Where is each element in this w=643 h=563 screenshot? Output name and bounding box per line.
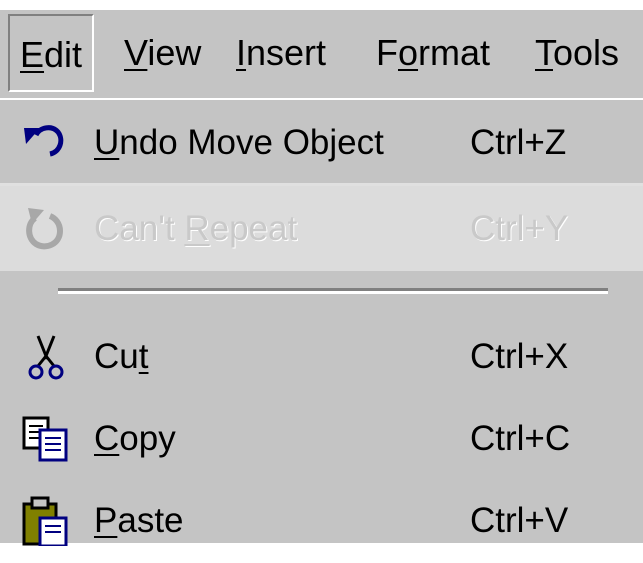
menu-insert-label-rest: nsert (246, 32, 327, 73)
undo-label: Undo Move Object (94, 100, 384, 185)
menu-insert-mnemonic: I (236, 32, 247, 73)
copy-label: Copy (94, 396, 176, 481)
menu-item-cut[interactable]: Cut Ctrl+X (0, 314, 643, 399)
menu-tools-mnemonic: T (535, 32, 553, 73)
repeat-icon (20, 204, 70, 254)
cut-label: Cut (94, 314, 148, 399)
paste-label: Paste (94, 478, 184, 563)
menu-format[interactable]: Format (376, 14, 490, 92)
menu-item-paste[interactable]: Paste Ctrl+V (0, 478, 643, 563)
menu-separator (58, 288, 608, 294)
cut-label-pre: Cu (94, 337, 139, 376)
menu-edit-mnemonic: E (20, 34, 45, 75)
menu-tools-label-rest: ools (553, 32, 620, 73)
menu-edit[interactable]: Edit (8, 14, 95, 92)
copy-shortcut: Ctrl+C (470, 419, 571, 458)
paste-label-rest: aste (117, 501, 184, 540)
menu-bar-top-edge (0, 0, 643, 10)
repeat-label: Can't Repeat (94, 186, 297, 271)
menu-edit-label-rest: dit (44, 34, 83, 75)
menu-bar: Edit View Insert Format Tools (0, 0, 643, 100)
cut-shortcut: Ctrl+X (470, 337, 569, 376)
menu-item-undo[interactable]: Undo Move Object Ctrl+Z (0, 100, 643, 185)
undo-icon (20, 118, 70, 168)
cut-mnemonic: t (138, 337, 149, 376)
paste-mnemonic: P (94, 501, 118, 540)
copy-mnemonic: C (94, 419, 120, 458)
menu-item-repeat[interactable]: Can't Repeat Ctrl+Y (0, 186, 643, 271)
copy-icon (20, 414, 70, 464)
edit-menu-dropdown: Undo Move Object Ctrl+Z Can't Repeat Ctr… (0, 100, 643, 546)
undo-label-rest: ndo Move Object (119, 123, 384, 162)
copy-label-rest: opy (119, 419, 176, 458)
repeat-shortcut: Ctrl+Y (470, 209, 569, 248)
menu-view-mnemonic: V (124, 32, 148, 73)
menu-view[interactable]: View (124, 14, 201, 92)
repeat-mnemonic: R (184, 209, 210, 248)
repeat-label-rest: epeat (209, 209, 298, 248)
menu-insert[interactable]: Insert (236, 14, 326, 92)
scissors-icon (20, 332, 70, 382)
menu-format-label-rest: rmat (418, 32, 491, 73)
menu-format-mnemonic: o (398, 32, 419, 73)
menu-item-copy[interactable]: Copy Ctrl+C (0, 396, 643, 481)
menu-tools[interactable]: Tools (535, 14, 619, 92)
paste-shortcut: Ctrl+V (470, 501, 569, 540)
repeat-label-pre: Can't (94, 209, 185, 248)
menu-format-label-pre: F (376, 32, 398, 73)
undo-shortcut: Ctrl+Z (470, 123, 567, 162)
paste-icon (20, 496, 70, 546)
undo-mnemonic: U (94, 123, 120, 162)
menu-view-label-rest: iew (147, 32, 202, 73)
